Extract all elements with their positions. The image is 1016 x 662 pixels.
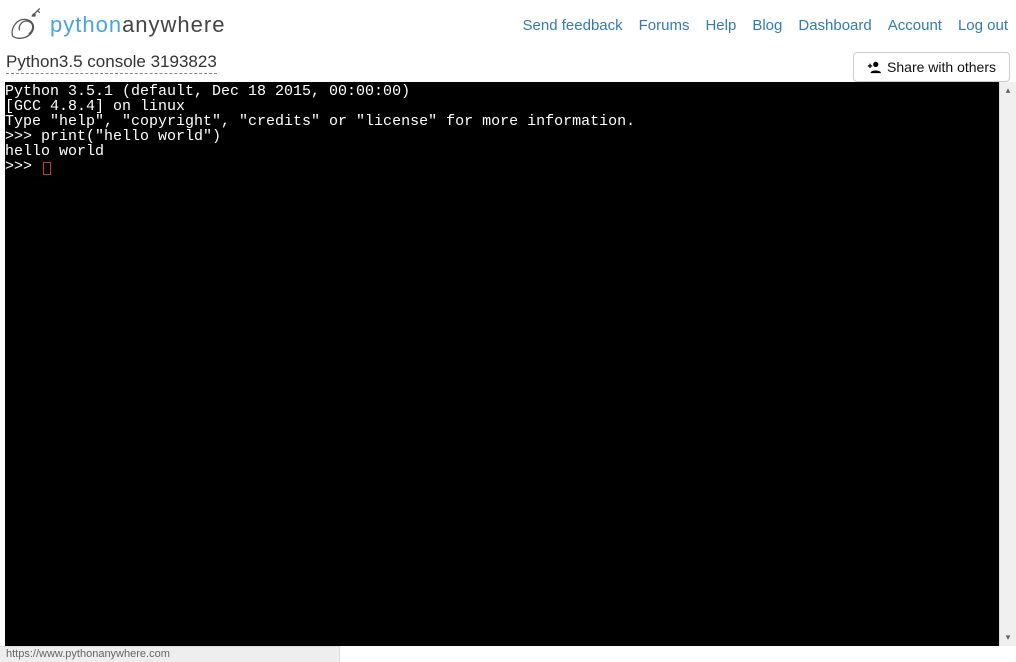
add-user-icon (867, 60, 881, 74)
nav-account[interactable]: Account (888, 17, 942, 34)
subheader: Python3.5 console 3193823 Share with oth… (0, 48, 1016, 74)
terminal-line: Python 3.5.1 (default, Dec 18 2015, 00:0… (5, 84, 999, 99)
cursor-icon (43, 162, 51, 175)
terminal[interactable]: Python 3.5.1 (default, Dec 18 2015, 00:0… (5, 82, 999, 646)
header: pythonanywhere Send feedback Forums Help… (0, 0, 1016, 48)
terminal-line: Type "help", "copyright", "credits" or "… (5, 114, 999, 129)
vertical-scrollbar[interactable]: ▴ ▾ (999, 82, 1016, 646)
scroll-down-button[interactable]: ▾ (1000, 629, 1016, 646)
nav-logout[interactable]: Log out (958, 17, 1008, 34)
share-button-label: Share with others (887, 59, 996, 75)
share-button[interactable]: Share with others (853, 52, 1010, 82)
top-nav: Send feedback Forums Help Blog Dashboard… (523, 17, 1010, 34)
console-title[interactable]: Python3.5 console 3193823 (6, 52, 217, 74)
scroll-up-button[interactable]: ▴ (1000, 82, 1016, 99)
nav-forums[interactable]: Forums (639, 17, 690, 34)
logo[interactable]: pythonanywhere (6, 7, 225, 43)
nav-help[interactable]: Help (705, 17, 736, 34)
status-bar: https://www.pythonanywhere.com (0, 646, 340, 662)
snake-icon (6, 7, 44, 43)
terminal-line: >>> print("hello world") (5, 129, 999, 144)
nav-send-feedback[interactable]: Send feedback (523, 17, 623, 34)
logo-text: pythonanywhere (50, 12, 225, 38)
nav-dashboard[interactable]: Dashboard (798, 17, 871, 34)
terminal-line: [GCC 4.8.4] on linux (5, 99, 999, 114)
terminal-container: Python 3.5.1 (default, Dec 18 2015, 00:0… (5, 82, 1016, 646)
terminal-line: hello world (5, 144, 999, 159)
terminal-prompt-line: >>> (5, 159, 999, 175)
nav-blog[interactable]: Blog (752, 17, 782, 34)
